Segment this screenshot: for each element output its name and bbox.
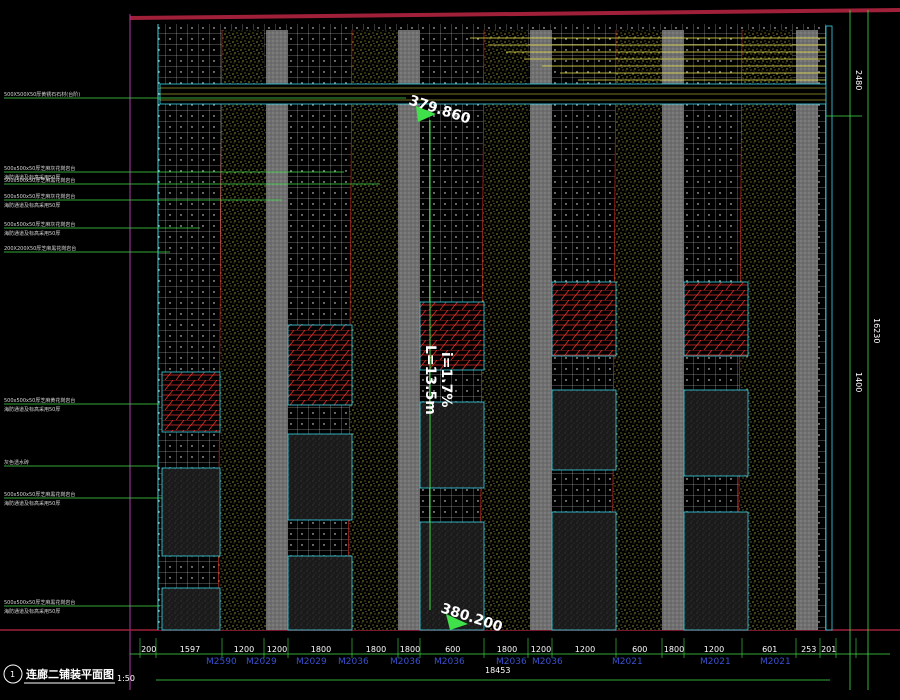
dim-right-1: 2480 bbox=[854, 70, 863, 90]
dim-bottom-value: 1800 bbox=[664, 645, 684, 654]
dim-right-3: 1400 bbox=[854, 372, 863, 392]
leader-label: 500x500x50厚芝麻黄花岗岩台 bbox=[4, 397, 75, 404]
leader-label: 500x500x50厚芝麻黑花岗岩台 bbox=[4, 491, 75, 498]
dim-bottom-value: 600 bbox=[632, 645, 647, 654]
drawing-code: M2590 bbox=[206, 657, 237, 667]
red-granite-block bbox=[683, 281, 749, 357]
gravel-strip bbox=[398, 30, 420, 630]
title-block: 1 连廊二铺装平面图 1:50 bbox=[3, 664, 135, 684]
top-boundary-band bbox=[129, 8, 900, 20]
dark-granite-block bbox=[683, 511, 749, 631]
gravel-strip bbox=[662, 30, 684, 630]
sand-paving-strip bbox=[348, 30, 404, 630]
dark-granite-block bbox=[287, 433, 353, 521]
dim-bottom-value: 1200 bbox=[531, 645, 551, 654]
drawing-code: M2036 bbox=[390, 657, 421, 667]
leader-label-sub: 海防通道及标高采用50厚 bbox=[4, 500, 60, 507]
drawing-scale: 1:50 bbox=[117, 674, 135, 683]
leader-label-sub: 海防通道及标高采用50厚 bbox=[4, 230, 60, 237]
leader-label: 500x500x50厚芝麻灰花岗岩台 bbox=[4, 221, 75, 228]
red-granite-block bbox=[161, 371, 221, 433]
dim-bottom-value: 200 bbox=[141, 645, 156, 654]
leader-label: 500x500x50厚芝麻黑花岗岩台 bbox=[4, 599, 75, 606]
slope-length: L=13.5m bbox=[422, 345, 438, 415]
dark-granite-block bbox=[161, 587, 221, 631]
drawing-title: 连廊二铺装平面图 bbox=[26, 667, 114, 681]
leader-label: 200X200X50厚芝麻黑花岗岩台 bbox=[4, 245, 76, 252]
drawing-code: M2036 bbox=[338, 657, 369, 667]
drawing-code: M2021 bbox=[700, 657, 731, 667]
dim-total-text: 18453 bbox=[485, 666, 510, 675]
gravel-strip bbox=[530, 30, 552, 630]
drawing-code: M2029 bbox=[246, 657, 277, 667]
dim-bottom-value: 1200 bbox=[267, 645, 287, 654]
paving-plan-drawing: 1 连廊二铺装平面图 1:50 379.860 380.200 L=13.5m … bbox=[0, 8, 900, 690]
gravel-strip bbox=[266, 30, 288, 630]
red-granite-block bbox=[551, 281, 617, 357]
dark-granite-block bbox=[551, 511, 617, 631]
right-wall bbox=[825, 25, 833, 631]
leader-label: 500x500x50厚芝麻灰花岗岩台 bbox=[4, 165, 75, 172]
sand-paving-strip bbox=[612, 30, 668, 630]
leader-label-sub: 海防通道及标高采用50厚 bbox=[4, 406, 60, 413]
drawing-code: M2021 bbox=[612, 657, 643, 667]
leader-label: 500x500x50厚芝麻灰花岗岩台 bbox=[4, 193, 75, 200]
gravel-strip bbox=[796, 30, 818, 630]
drawing-code: M2036 bbox=[496, 657, 527, 667]
dim-bottom-value: 1597 bbox=[180, 645, 200, 654]
leader-label: 500X500X50厚黄锈石石材(台阶) bbox=[4, 91, 80, 98]
dim-right-2: 16230 bbox=[872, 318, 881, 343]
drawing-code: M2021 bbox=[760, 657, 791, 667]
dim-bottom-value: 600 bbox=[445, 645, 460, 654]
leader-label-sub: 海防通道及标高采用50厚 bbox=[4, 202, 60, 209]
slope-grade: i=1.7% bbox=[438, 352, 454, 407]
dim-bottom-value: 1800 bbox=[400, 645, 420, 654]
dim-bottom-value: 1800 bbox=[497, 645, 517, 654]
leader-label: 灰色透水砖 bbox=[4, 459, 29, 466]
dim-bottom-value: 1200 bbox=[234, 645, 254, 654]
leader-label: 500x500x50厚芝麻黑花岗岩台 bbox=[4, 177, 75, 184]
dimension-total: 18453 bbox=[485, 666, 510, 675]
dim-bottom-value: 1800 bbox=[366, 645, 386, 654]
red-granite-block bbox=[287, 324, 353, 406]
drawing-code: M2036 bbox=[532, 657, 563, 667]
right-dimensions: 2480 16230 1400 bbox=[854, 70, 881, 392]
sand-paving-strip bbox=[218, 30, 270, 630]
dim-bottom-value: 253 bbox=[801, 645, 816, 654]
dark-granite-block bbox=[287, 555, 353, 631]
dim-bottom-value: 601 bbox=[762, 645, 777, 654]
drawing-code: M2036 bbox=[434, 657, 465, 667]
leader-label-sub: 海防通道及标高采用50厚 bbox=[4, 608, 60, 615]
sand-paving-strip bbox=[480, 30, 534, 630]
dim-bottom-value: 1200 bbox=[704, 645, 724, 654]
dim-bottom-value: 201 bbox=[821, 645, 836, 654]
drawing-codes: M2590 M2029 M2029 M2036 M2036 M2036 M2036 M2036… bbox=[206, 657, 791, 667]
dark-granite-block bbox=[551, 389, 617, 471]
title-number: 1 bbox=[10, 670, 15, 679]
dim-bottom-value: 1200 bbox=[575, 645, 595, 654]
drawing-code: M2029 bbox=[296, 657, 327, 667]
slope-annotation: L=13.5m i=1.7% bbox=[422, 345, 454, 415]
dark-granite-block bbox=[683, 389, 749, 477]
dark-granite-block bbox=[161, 467, 221, 557]
dim-bottom-value: 1800 bbox=[311, 645, 331, 654]
